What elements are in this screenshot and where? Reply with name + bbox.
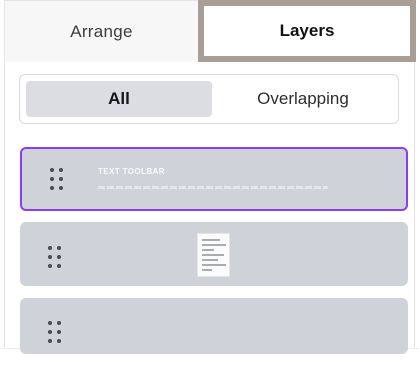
filter-all-button[interactable]: All — [26, 81, 212, 117]
layer-item[interactable] — [20, 298, 408, 354]
panel-tabs: Arrange Layers — [4, 0, 416, 62]
drag-handle-icon[interactable] — [48, 321, 62, 347]
layers-panel: Arrange Layers All Overlapping TEXT TOOL… — [0, 0, 419, 366]
tab-layers[interactable]: Layers — [198, 0, 416, 62]
panel-divider-left — [4, 62, 5, 347]
tab-arrange[interactable]: Arrange — [4, 0, 198, 62]
filter-overlapping-button[interactable]: Overlapping — [212, 81, 394, 117]
panel-divider-right — [414, 62, 415, 347]
layer-thumbnail-caption — [98, 186, 328, 189]
layer-thumbnail-title: TEXT TOOLBAR — [98, 167, 165, 176]
drag-handle-icon[interactable] — [50, 168, 64, 194]
layer-item-document[interactable] — [20, 222, 408, 286]
drag-handle-icon[interactable] — [48, 246, 62, 272]
layer-filter-segmented-control: All Overlapping — [19, 74, 399, 124]
layer-thumbnail: TEXT TOOLBAR — [98, 167, 398, 189]
document-thumbnail-icon — [197, 233, 230, 277]
layer-item-text-toolbar[interactable]: TEXT TOOLBAR — [20, 147, 408, 211]
